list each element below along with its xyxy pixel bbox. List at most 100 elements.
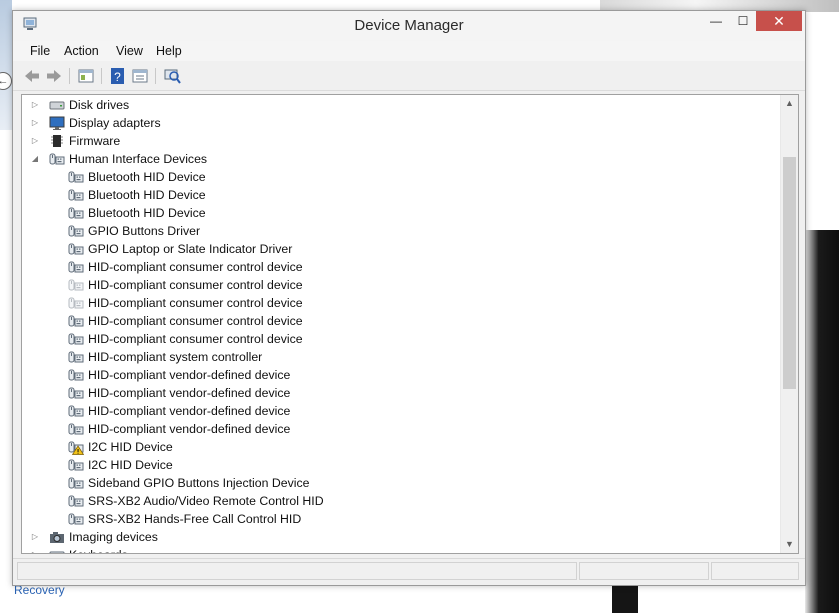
- maximize-button[interactable]: ☐: [730, 11, 756, 31]
- scroll-up-icon[interactable]: ▲: [781, 95, 798, 112]
- expanded-arrow-icon[interactable]: ◢: [31, 150, 39, 168]
- tree-item-label: Bluetooth HID Device: [88, 188, 206, 202]
- device-manager-window: Device Manager — ☐ ✕ File Action View He…: [12, 10, 806, 586]
- hid-icon: [68, 403, 84, 419]
- category-row[interactable]: ▷ Disk drives: [22, 96, 762, 114]
- tree-item-label: Keyboards: [69, 546, 128, 553]
- collapsed-arrow-icon[interactable]: ▷: [31, 114, 39, 132]
- hid-warning-icon: [68, 439, 85, 455]
- category-row[interactable]: ▷ Keyboards: [22, 546, 762, 553]
- hid-icon: [68, 421, 84, 437]
- device-row[interactable]: HID-compliant vendor-defined device: [22, 384, 762, 402]
- hid-icon: [68, 349, 84, 365]
- device-row[interactable]: I2C HID Device: [22, 438, 762, 456]
- svg-text:?: ?: [114, 70, 121, 84]
- collapsed-arrow-icon[interactable]: ▷: [31, 132, 39, 150]
- scroll-thumb[interactable]: [783, 157, 796, 389]
- hid-icon: [68, 169, 84, 185]
- monitor-icon: [49, 115, 65, 131]
- hid-icon: [68, 331, 84, 347]
- device-row[interactable]: Bluetooth HID Device: [22, 186, 762, 204]
- show-hide-console-tree-icon[interactable]: [77, 67, 95, 85]
- menu-file[interactable]: File: [30, 44, 50, 58]
- toolbar-separator: [101, 68, 102, 84]
- tree-item-label: Imaging devices: [69, 530, 158, 544]
- device-row[interactable]: SRS-XB2 Hands-Free Call Control HID: [22, 510, 762, 528]
- device-row[interactable]: HID-compliant vendor-defined device: [22, 366, 762, 384]
- status-segment: [711, 562, 799, 580]
- tree-item-label: HID-compliant consumer control device: [88, 278, 303, 292]
- toolbar-separator: [69, 68, 70, 84]
- tree-item-label: GPIO Buttons Driver: [88, 224, 201, 238]
- tree-item-label: Display adapters: [69, 116, 161, 130]
- device-row[interactable]: GPIO Laptop or Slate Indicator Driver: [22, 240, 762, 258]
- toolbar-separator: [155, 68, 156, 84]
- tree-item-label: HID-compliant consumer control device: [88, 260, 303, 274]
- device-row[interactable]: Sideband GPIO Buttons Injection Device: [22, 474, 762, 492]
- tree-item-label: HID-compliant vendor-defined device: [88, 404, 291, 418]
- device-row[interactable]: SRS-XB2 Audio/Video Remote Control HID: [22, 492, 762, 510]
- menu-help[interactable]: Help: [156, 44, 182, 58]
- hid-icon: [68, 241, 84, 257]
- forward-icon[interactable]: [45, 67, 63, 85]
- tree-item-label: I2C HID Device: [88, 458, 173, 472]
- hid-icon: [68, 385, 84, 401]
- device-row[interactable]: HID-compliant consumer control device: [22, 330, 762, 348]
- tree-item-label: Human Interface Devices: [69, 152, 208, 166]
- device-row[interactable]: I2C HID Device: [22, 456, 762, 474]
- tree-item-label: I2C HID Device: [88, 440, 173, 454]
- keyboard-icon: [49, 547, 65, 553]
- category-row[interactable]: ◢ Human Interface Devices: [22, 150, 762, 168]
- help-icon[interactable]: ?: [109, 67, 127, 85]
- tree-item-label: Disk drives: [69, 98, 130, 112]
- tree-item-label: HID-compliant consumer control device: [88, 296, 303, 310]
- background-photo: [805, 230, 839, 613]
- hid-icon: [68, 493, 84, 509]
- hid-icon: [68, 511, 84, 527]
- disk-icon: [49, 97, 65, 113]
- tree-item-label: HID-compliant vendor-defined device: [88, 368, 291, 382]
- device-row[interactable]: HID-compliant consumer control device: [22, 258, 762, 276]
- collapsed-arrow-icon[interactable]: ▷: [31, 546, 39, 553]
- device-row[interactable]: HID-compliant consumer control device: [22, 294, 762, 312]
- device-row[interactable]: HID-compliant vendor-defined device: [22, 402, 762, 420]
- status-segment: [579, 562, 709, 580]
- device-tree[interactable]: ▷ Disk drives ▷ Display adapters ▷ Firmware ◢ H…: [21, 94, 799, 554]
- hid-icon: [49, 151, 65, 167]
- hid-icon: [68, 259, 84, 275]
- scan-for-hardware-changes-icon[interactable]: [163, 67, 181, 85]
- properties-icon[interactable]: [131, 67, 149, 85]
- vertical-scrollbar[interactable]: ▲ ▼: [780, 95, 798, 553]
- device-row[interactable]: HID-compliant vendor-defined device: [22, 420, 762, 438]
- hid-icon: [68, 187, 84, 203]
- tree-item-label: Bluetooth HID Device: [88, 206, 206, 220]
- device-row[interactable]: HID-compliant system controller: [22, 348, 762, 366]
- device-row[interactable]: Bluetooth HID Device: [22, 204, 762, 222]
- tree-item-label: Firmware: [69, 134, 121, 148]
- tree-item-label: SRS-XB2 Hands-Free Call Control HID: [88, 512, 302, 526]
- chip-icon: [49, 133, 65, 149]
- tree-item-label: HID-compliant vendor-defined device: [88, 386, 291, 400]
- tree-item-label: HID-compliant consumer control device: [88, 314, 303, 328]
- collapsed-arrow-icon[interactable]: ▷: [31, 96, 39, 114]
- device-row[interactable]: GPIO Buttons Driver: [22, 222, 762, 240]
- menu-action[interactable]: Action: [64, 44, 99, 58]
- tree-item-label: GPIO Laptop or Slate Indicator Driver: [88, 242, 293, 256]
- device-row[interactable]: HID-compliant consumer control device: [22, 312, 762, 330]
- hid-faded-icon: [68, 277, 84, 293]
- hid-icon: [68, 205, 84, 221]
- collapsed-arrow-icon[interactable]: ▷: [31, 528, 39, 546]
- status-segment: [17, 562, 577, 580]
- category-row[interactable]: ▷ Firmware: [22, 132, 762, 150]
- device-row[interactable]: Bluetooth HID Device: [22, 168, 762, 186]
- scroll-down-icon[interactable]: ▼: [781, 536, 798, 553]
- category-row[interactable]: ▷ Display adapters: [22, 114, 762, 132]
- back-icon[interactable]: [23, 67, 41, 85]
- close-button[interactable]: ✕: [756, 11, 802, 31]
- menu-view[interactable]: View: [116, 44, 143, 58]
- device-row[interactable]: HID-compliant consumer control device: [22, 276, 762, 294]
- category-row[interactable]: ▷ Imaging devices: [22, 528, 762, 546]
- tree-item-label: Sideband GPIO Buttons Injection Device: [88, 476, 310, 490]
- title-bar[interactable]: Device Manager — ☐ ✕: [13, 11, 805, 41]
- minimize-button[interactable]: —: [703, 11, 729, 31]
